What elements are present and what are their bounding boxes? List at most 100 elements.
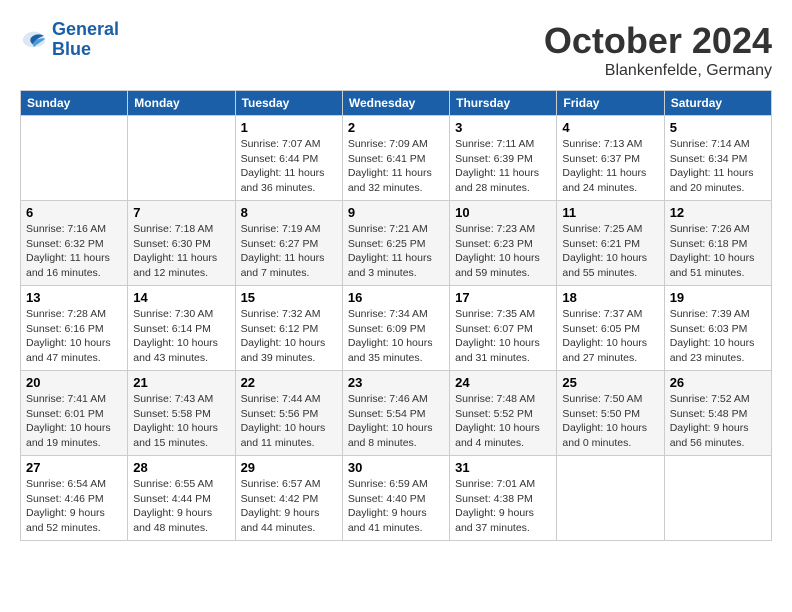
calendar-cell: 9 Sunrise: 7:21 AMSunset: 6:25 PMDaylight…: [342, 201, 449, 286]
calendar-cell: 1Sunrise: 7:07 AMSunset: 6:44 PMDaylight…: [235, 116, 342, 201]
day-info: Sunrise: 7:35 AMSunset: 6:07 PMDaylight:…: [455, 307, 551, 366]
calendar-cell: 5 Sunrise: 7:14 AMSunset: 6:34 PMDaylight…: [664, 116, 771, 201]
logo-line2: Blue: [52, 39, 91, 59]
day-number: 6: [26, 205, 122, 220]
day-number: 21: [133, 375, 229, 390]
calendar-week-row: 27 Sunrise: 6:54 AMSunset: 4:46 PMDayligh…: [21, 456, 772, 541]
calendar-cell: 28Sunrise: 6:55 AMSunset: 4:44 PMDayligh…: [128, 456, 235, 541]
calendar-cell: 18Sunrise: 7:37 AMSunset: 6:05 PMDayligh…: [557, 286, 664, 371]
calendar-cell: 29 Sunrise: 6:57 AMSunset: 4:42 PMDayligh…: [235, 456, 342, 541]
calendar-cell: 6Sunrise: 7:16 AMSunset: 6:32 PMDaylight…: [21, 201, 128, 286]
day-info: Sunrise: 6:54 AMSunset: 4:46 PMDaylight:…: [26, 477, 122, 536]
month-title: October 2024: [544, 20, 772, 62]
calendar-cell: 16 Sunrise: 7:34 AMSunset: 6:09 PMDayligh…: [342, 286, 449, 371]
day-info: Sunrise: 7:28 AMSunset: 6:16 PMDaylight:…: [26, 307, 122, 366]
logo-line1: General: [52, 19, 119, 39]
calendar-cell: 30 Sunrise: 6:59 AMSunset: 4:40 PMDayligh…: [342, 456, 449, 541]
calendar-header-row: SundayMondayTuesdayWednesdayThursdayFrid…: [21, 91, 772, 116]
calendar-cell: 23Sunrise: 7:46 AMSunset: 5:54 PMDayligh…: [342, 371, 449, 456]
calendar-cell: 25 Sunrise: 7:50 AMSunset: 5:50 PMDayligh…: [557, 371, 664, 456]
day-info: Sunrise: 7:07 AMSunset: 6:44 PMDaylight:…: [241, 137, 337, 196]
day-number: 17: [455, 290, 551, 305]
weekday-header-thursday: Thursday: [450, 91, 557, 116]
calendar-cell: 24 Sunrise: 7:48 AMSunset: 5:52 PMDayligh…: [450, 371, 557, 456]
day-info: Sunrise: 7:34 AMSunset: 6:09 PMDaylight:…: [348, 307, 444, 366]
day-number: 29: [241, 460, 337, 475]
calendar-cell: 12 Sunrise: 7:26 AMSunset: 6:18 PMDayligh…: [664, 201, 771, 286]
day-info: Sunrise: 7:25 AMSunset: 6:21 PMDaylight:…: [562, 222, 658, 281]
calendar-cell: 27 Sunrise: 6:54 AMSunset: 4:46 PMDayligh…: [21, 456, 128, 541]
day-info: Sunrise: 7:13 AMSunset: 6:37 PMDaylight:…: [562, 137, 658, 196]
weekday-header-saturday: Saturday: [664, 91, 771, 116]
day-info: Sunrise: 7:19 AMSunset: 6:27 PMDaylight:…: [241, 222, 337, 281]
logo-icon: [20, 26, 48, 54]
day-number: 30: [348, 460, 444, 475]
weekday-header-friday: Friday: [557, 91, 664, 116]
day-number: 13: [26, 290, 122, 305]
day-info: Sunrise: 7:32 AMSunset: 6:12 PMDaylight:…: [241, 307, 337, 366]
day-number: 9: [348, 205, 444, 220]
day-info: Sunrise: 7:48 AMSunset: 5:52 PMDaylight:…: [455, 392, 551, 451]
day-number: 14: [133, 290, 229, 305]
day-info: Sunrise: 7:01 AMSunset: 4:38 PMDaylight:…: [455, 477, 551, 536]
day-number: 10: [455, 205, 551, 220]
day-number: 18: [562, 290, 658, 305]
day-number: 4: [562, 120, 658, 135]
weekday-header-wednesday: Wednesday: [342, 91, 449, 116]
day-number: 24: [455, 375, 551, 390]
day-number: 27: [26, 460, 122, 475]
calendar-cell: 2Sunrise: 7:09 AMSunset: 6:41 PMDaylight…: [342, 116, 449, 201]
calendar-week-row: 1Sunrise: 7:07 AMSunset: 6:44 PMDaylight…: [21, 116, 772, 201]
day-number: 12: [670, 205, 766, 220]
calendar-week-row: 13 Sunrise: 7:28 AMSunset: 6:16 PMDayligh…: [21, 286, 772, 371]
calendar-cell: 15 Sunrise: 7:32 AMSunset: 6:12 PMDayligh…: [235, 286, 342, 371]
calendar-cell: 11Sunrise: 7:25 AMSunset: 6:21 PMDayligh…: [557, 201, 664, 286]
day-info: Sunrise: 7:50 AMSunset: 5:50 PMDaylight:…: [562, 392, 658, 451]
day-number: 3: [455, 120, 551, 135]
day-number: 15: [241, 290, 337, 305]
day-info: Sunrise: 7:41 AMSunset: 6:01 PMDaylight:…: [26, 392, 122, 451]
calendar-table: SundayMondayTuesdayWednesdayThursdayFrid…: [20, 90, 772, 541]
calendar-cell: 7 Sunrise: 7:18 AMSunset: 6:30 PMDaylight…: [128, 201, 235, 286]
calendar-cell: 31Sunrise: 7:01 AMSunset: 4:38 PMDayligh…: [450, 456, 557, 541]
title-block: October 2024 Blankenfelde, Germany: [544, 20, 772, 80]
day-number: 23: [348, 375, 444, 390]
day-number: 5: [670, 120, 766, 135]
calendar-cell: [128, 116, 235, 201]
calendar-cell: 3Sunrise: 7:11 AMSunset: 6:39 PMDaylight…: [450, 116, 557, 201]
calendar-cell: 21 Sunrise: 7:43 AMSunset: 5:58 PMDayligh…: [128, 371, 235, 456]
day-number: 26: [670, 375, 766, 390]
calendar-week-row: 6Sunrise: 7:16 AMSunset: 6:32 PMDaylight…: [21, 201, 772, 286]
day-info: Sunrise: 7:26 AMSunset: 6:18 PMDaylight:…: [670, 222, 766, 281]
calendar-cell: 22Sunrise: 7:44 AMSunset: 5:56 PMDayligh…: [235, 371, 342, 456]
day-info: Sunrise: 7:14 AMSunset: 6:34 PMDaylight:…: [670, 137, 766, 196]
day-number: 19: [670, 290, 766, 305]
day-number: 28: [133, 460, 229, 475]
day-info: Sunrise: 7:21 AMSunset: 6:25 PMDaylight:…: [348, 222, 444, 281]
calendar-cell: [21, 116, 128, 201]
day-info: Sunrise: 7:43 AMSunset: 5:58 PMDaylight:…: [133, 392, 229, 451]
calendar-cell: 19Sunrise: 7:39 AMSunset: 6:03 PMDayligh…: [664, 286, 771, 371]
day-number: 7: [133, 205, 229, 220]
calendar-cell: 20 Sunrise: 7:41 AMSunset: 6:01 PMDayligh…: [21, 371, 128, 456]
day-info: Sunrise: 7:52 AMSunset: 5:48 PMDaylight:…: [670, 392, 766, 451]
location: Blankenfelde, Germany: [544, 62, 772, 80]
calendar-cell: [664, 456, 771, 541]
day-number: 20: [26, 375, 122, 390]
calendar-cell: 26 Sunrise: 7:52 AMSunset: 5:48 PMDayligh…: [664, 371, 771, 456]
day-info: Sunrise: 6:57 AMSunset: 4:42 PMDaylight:…: [241, 477, 337, 536]
weekday-header-sunday: Sunday: [21, 91, 128, 116]
day-number: 25: [562, 375, 658, 390]
calendar-cell: 10 Sunrise: 7:23 AMSunset: 6:23 PMDayligh…: [450, 201, 557, 286]
day-number: 16: [348, 290, 444, 305]
day-info: Sunrise: 7:18 AMSunset: 6:30 PMDaylight:…: [133, 222, 229, 281]
day-info: Sunrise: 7:23 AMSunset: 6:23 PMDaylight:…: [455, 222, 551, 281]
day-number: 8: [241, 205, 337, 220]
weekday-header-monday: Monday: [128, 91, 235, 116]
calendar-cell: 13 Sunrise: 7:28 AMSunset: 6:16 PMDayligh…: [21, 286, 128, 371]
day-number: 22: [241, 375, 337, 390]
calendar-cell: [557, 456, 664, 541]
day-number: 2: [348, 120, 444, 135]
calendar-cell: 8 Sunrise: 7:19 AMSunset: 6:27 PMDaylight…: [235, 201, 342, 286]
day-info: Sunrise: 6:59 AMSunset: 4:40 PMDaylight:…: [348, 477, 444, 536]
